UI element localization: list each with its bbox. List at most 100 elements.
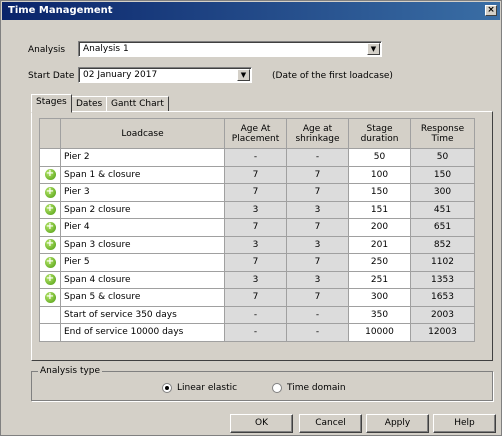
row-icon-cell: + (39, 235, 61, 254)
radio-linear-elastic-label: Linear elastic (177, 383, 238, 393)
chevron-down-icon[interactable]: ▼ (367, 43, 380, 55)
radio-linear-elastic-indicator[interactable] (162, 383, 172, 393)
stage-duration-cell[interactable]: 10000 (348, 323, 411, 342)
row-icon-cell: + (39, 218, 61, 237)
apply-button[interactable]: Apply (366, 414, 429, 433)
tab-dates[interactable]: Dates (71, 96, 108, 112)
age-placement-cell: - (224, 323, 287, 342)
age-placement-cell: 7 (224, 218, 287, 237)
loadcase-cell: Pier 3 (60, 183, 225, 202)
table-row[interactable]: + Span 4 closure 3 3 251 1353 (39, 270, 475, 289)
stage-duration-cell[interactable]: 150 (348, 183, 411, 202)
row-icon-cell: + (39, 253, 61, 272)
table-row[interactable]: + Span 1 & closure 7 7 100 150 (39, 165, 475, 184)
row-icon-cell: + (39, 288, 61, 307)
stage-duration-cell[interactable]: 50 (348, 148, 411, 167)
stage-duration-cell[interactable]: 200 (348, 218, 411, 237)
help-button[interactable]: Help (433, 414, 496, 433)
age-placement-column-header[interactable]: Age At Placement (224, 118, 287, 149)
ok-button[interactable]: OK (230, 414, 293, 433)
age-placement-cell: 7 (224, 183, 287, 202)
response-time-cell: 451 (410, 200, 475, 219)
loadcase-cell: Span 1 & closure (60, 165, 225, 184)
row-icon-cell: + (39, 165, 61, 184)
add-circle-icon[interactable]: + (44, 204, 56, 216)
response-time-cell: 12003 (410, 323, 475, 342)
add-circle-icon[interactable]: + (44, 186, 56, 198)
response-time-cell: 852 (410, 235, 475, 254)
stage-duration-cell[interactable]: 250 (348, 253, 411, 272)
response-time-cell: 1653 (410, 288, 475, 307)
chevron-down-icon[interactable]: ▼ (237, 69, 250, 81)
analysis-type-group: Analysis type Linear elastic Time domain (31, 366, 493, 401)
tab-gantt-chart[interactable]: Gantt Chart (106, 96, 169, 112)
age-shrinkage-cell: 7 (286, 165, 349, 184)
tab-stages[interactable]: Stages (31, 94, 72, 113)
response-time-column-header[interactable]: Response Time (410, 118, 475, 149)
stages-table: Loadcase Age At Placement Age at shrinka… (39, 118, 475, 342)
start-date-picker[interactable]: 02 January 2017 ▼ (78, 67, 252, 83)
stage-duration-cell[interactable]: 201 (348, 235, 411, 254)
row-icon-cell (39, 305, 61, 324)
add-circle-icon[interactable]: + (44, 274, 56, 286)
stage-duration-cell[interactable]: 251 (348, 270, 411, 289)
loadcase-cell: Start of service 350 days (60, 305, 225, 324)
loadcase-cell: Pier 5 (60, 253, 225, 272)
table-row[interactable]: Pier 2- -50 50 (39, 148, 475, 167)
age-shrinkage-cell: - (286, 148, 349, 167)
table-row[interactable]: End of service 10000 days - -10000 12003 (39, 323, 475, 342)
table-row[interactable]: + Pier 3 7 7 150 300 (39, 183, 475, 202)
add-circle-icon[interactable]: + (44, 256, 56, 268)
age-placement-cell: 7 (224, 288, 287, 307)
cancel-button[interactable]: Cancel (299, 414, 362, 433)
age-shrinkage-cell: 7 (286, 288, 349, 307)
loadcase-cell: End of service 10000 days (60, 323, 225, 342)
stage-duration-cell[interactable]: 350 (348, 305, 411, 324)
loadcase-cell: Span 5 & closure (60, 288, 225, 307)
table-row[interactable]: + Span 2 closure 3 3 151 451 (39, 200, 475, 219)
time-management-dialog: Time Management × Analysis Analysis 1 ▼ … (0, 0, 502, 436)
response-time-cell: 651 (410, 218, 475, 237)
table-row[interactable]: + Pier 4 7 7 200 651 (39, 218, 475, 237)
analysis-select-value: Analysis 1 (83, 44, 129, 54)
add-circle-icon[interactable]: + (44, 239, 56, 251)
add-circle-icon[interactable]: + (44, 221, 56, 233)
radio-time-domain-indicator[interactable] (272, 383, 282, 393)
age-shrinkage-cell: 7 (286, 253, 349, 272)
stage-duration-cell[interactable]: 151 (348, 200, 411, 219)
age-placement-cell: 3 (224, 235, 287, 254)
table-row[interactable]: + Span 3 closure 3 3 201 852 (39, 235, 475, 254)
radio-time-domain[interactable]: Time domain (272, 383, 346, 393)
close-button[interactable]: × (485, 5, 497, 16)
age-placement-cell: - (224, 305, 287, 324)
table-row[interactable]: + Span 5 & closure 7 7 300 1653 (39, 288, 475, 307)
loadcase-cell: Span 4 closure (60, 270, 225, 289)
start-date-note: (Date of the first loadcase) (272, 71, 393, 81)
stage-duration-column-header[interactable]: Stage duration (348, 118, 411, 149)
table-row[interactable]: Start of service 350 days - -350 2003 (39, 305, 475, 324)
age-placement-cell: 7 (224, 253, 287, 272)
age-shrinkage-cell: 3 (286, 270, 349, 289)
radio-linear-elastic[interactable]: Linear elastic (162, 383, 237, 393)
add-circle-icon[interactable]: + (44, 169, 56, 181)
add-circle-icon[interactable]: + (44, 291, 56, 303)
loadcase-column-header[interactable]: Loadcase (60, 118, 225, 149)
row-icon-cell: + (39, 200, 61, 219)
age-shrinkage-column-header[interactable]: Age at shrinkage (286, 118, 349, 149)
age-shrinkage-cell: 7 (286, 218, 349, 237)
stage-duration-cell[interactable]: 100 (348, 165, 411, 184)
age-placement-cell: 3 (224, 270, 287, 289)
row-icon-cell: + (39, 183, 61, 202)
age-shrinkage-cell: 3 (286, 200, 349, 219)
table-row[interactable]: + Pier 5 7 7 250 1102 (39, 253, 475, 272)
stage-duration-cell[interactable]: 300 (348, 288, 411, 307)
title-bar: Time Management × (2, 2, 500, 20)
analysis-select[interactable]: Analysis 1 ▼ (78, 41, 382, 57)
response-time-cell: 300 (410, 183, 475, 202)
start-date-label: Start Date (28, 71, 75, 81)
row-icon-cell (39, 323, 61, 342)
radio-time-domain-label: Time domain (287, 383, 346, 393)
loadcase-cell: Pier 4 (60, 218, 225, 237)
response-time-cell: 1353 (410, 270, 475, 289)
loadcase-cell: Span 3 closure (60, 235, 225, 254)
